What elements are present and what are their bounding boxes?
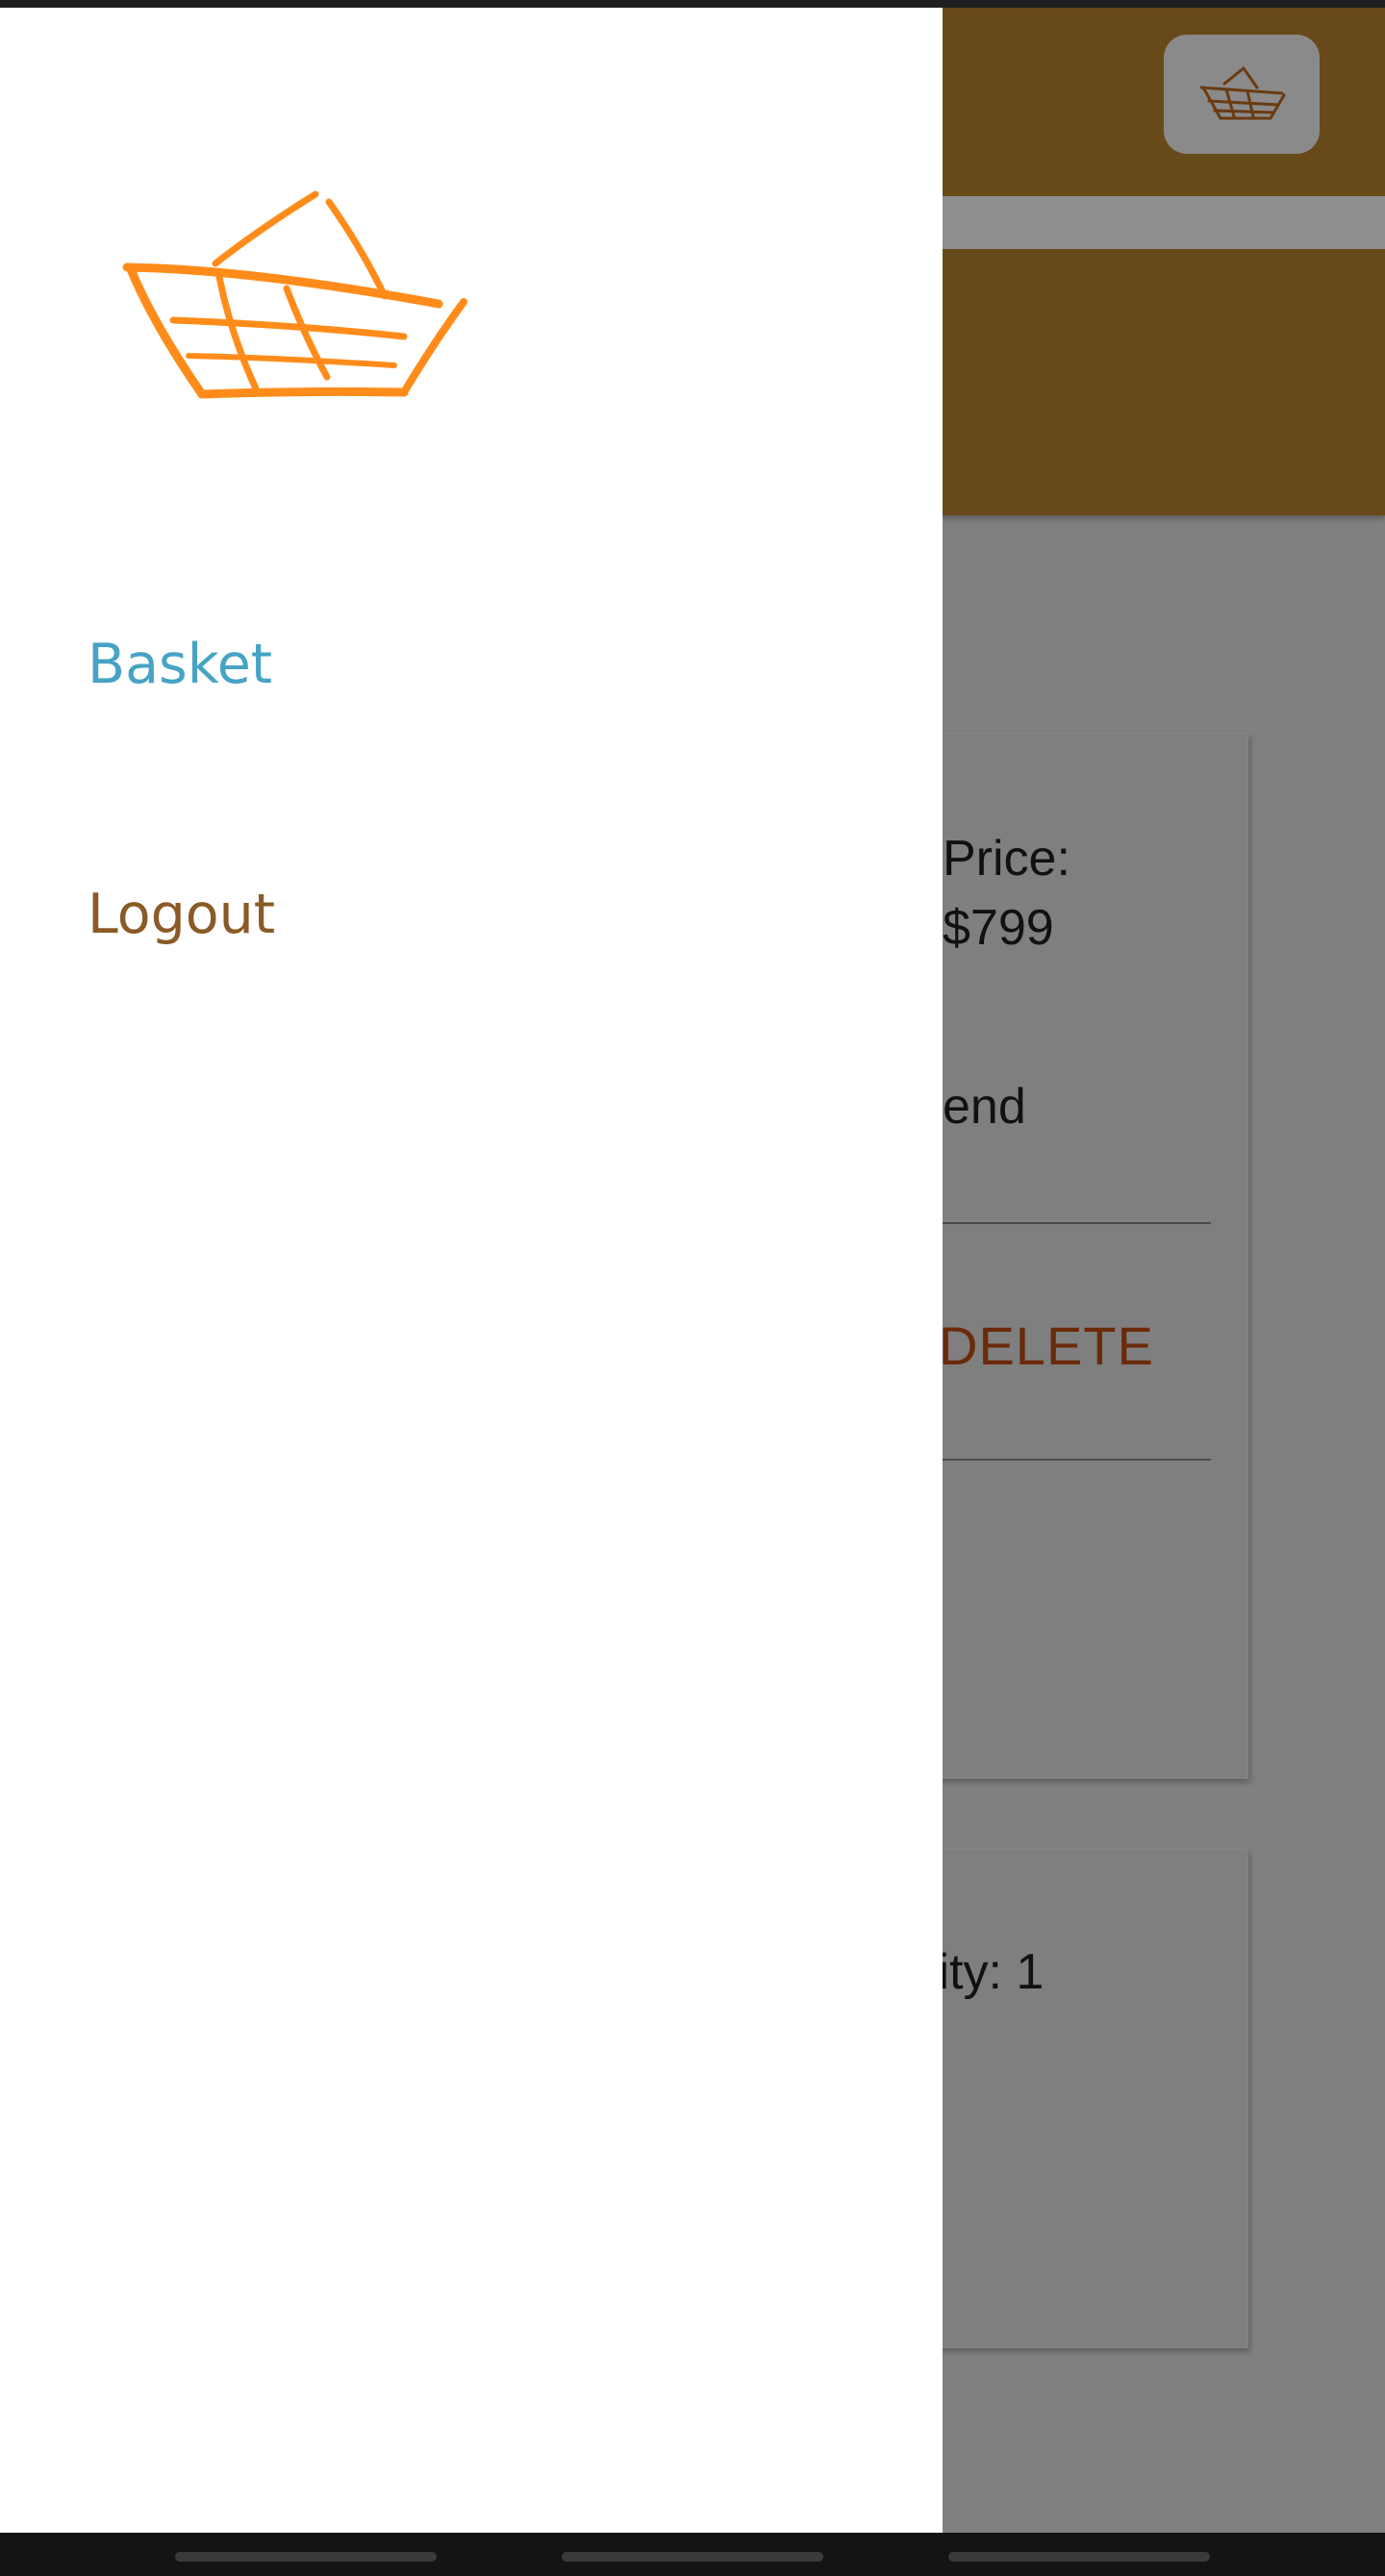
price-label: Price: xyxy=(943,831,1070,887)
system-navigation-bar xyxy=(0,2533,1385,2576)
basket-logo-icon xyxy=(122,190,467,399)
drawer-item-basket[interactable]: Basket xyxy=(88,633,272,696)
header-basket-button[interactable] xyxy=(1164,35,1320,154)
delete-button[interactable]: DELETE xyxy=(939,1314,1154,1377)
basket-icon xyxy=(1199,65,1286,120)
product-card: tity: 1 xyxy=(904,1848,1248,2348)
nav-handle[interactable] xyxy=(562,2552,823,2562)
drawer-item-logout[interactable]: Logout xyxy=(88,883,275,946)
product-card: Price: $799 end DELETE xyxy=(904,733,1248,1779)
nav-handle[interactable] xyxy=(948,2552,1210,2562)
price-value: $799 xyxy=(943,900,1054,956)
status-bar xyxy=(0,0,1385,8)
divider xyxy=(905,1459,1211,1461)
spend-text: end xyxy=(943,1079,1026,1135)
navigation-drawer: Basket Logout xyxy=(0,8,943,2533)
nav-handle[interactable] xyxy=(175,2552,437,2562)
divider xyxy=(905,1222,1211,1224)
